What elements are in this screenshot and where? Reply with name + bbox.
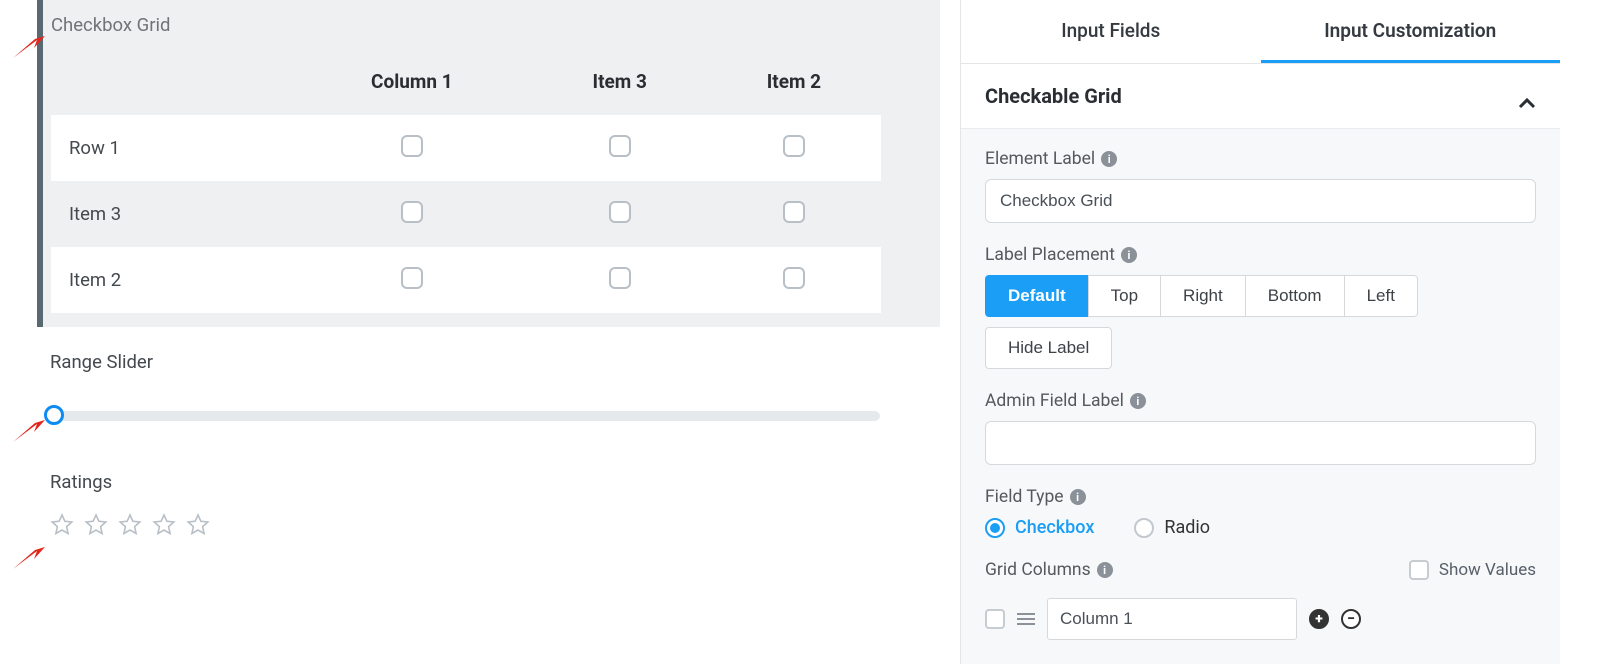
checkbox[interactable] (609, 201, 631, 223)
field-label: Grid Columns i (985, 560, 1113, 580)
checkbox[interactable] (609, 135, 631, 157)
checkbox[interactable] (401, 267, 423, 289)
field-type-field: Field Type i Checkbox Radio (985, 487, 1536, 538)
block-label: Checkbox Grid (43, 0, 940, 52)
info-icon[interactable]: i (1070, 489, 1086, 505)
section-title: Checkable Grid (985, 84, 1122, 108)
settings-panel: Input Fields Input Customization Checkab… (960, 0, 1560, 664)
checkbox-grid-table: Column 1 Item 3 Item 2 Row 1 Item 3 (51, 52, 881, 313)
grid-column-row: + − (985, 598, 1536, 640)
placement-option-bottom[interactable]: Bottom (1245, 275, 1345, 317)
checkbox[interactable] (401, 135, 423, 157)
ratings-stars[interactable] (50, 513, 940, 541)
info-icon[interactable]: i (1130, 393, 1146, 409)
star-icon[interactable] (84, 513, 108, 541)
info-icon[interactable]: i (1097, 562, 1113, 578)
range-slider-thumb[interactable] (44, 405, 64, 425)
info-icon[interactable]: i (1121, 247, 1137, 263)
admin-field-label-field: Admin Field Label i (985, 391, 1536, 465)
checkbox[interactable] (783, 267, 805, 289)
grid-row-header: Item 2 (51, 247, 291, 313)
radio-icon (1134, 518, 1154, 538)
grid-col-header: Item 2 (707, 52, 881, 115)
placement-option-left[interactable]: Left (1344, 275, 1418, 317)
radio-icon (985, 518, 1005, 538)
field-type-checkbox[interactable]: Checkbox (985, 517, 1094, 538)
tab-input-customization[interactable]: Input Customization (1261, 0, 1561, 63)
element-label-field: Element Label i (985, 149, 1536, 223)
table-row: Row 1 (51, 115, 881, 181)
checkbox[interactable] (783, 135, 805, 157)
show-values-toggle[interactable]: Show Values (1409, 560, 1536, 580)
chevron-up-icon (1518, 90, 1536, 102)
arrow-icon (11, 420, 45, 444)
grid-header-blank (51, 52, 291, 115)
field-type-radio[interactable]: Radio (1134, 517, 1210, 538)
star-icon[interactable] (118, 513, 142, 541)
star-icon[interactable] (50, 513, 74, 541)
table-row: Item 3 (51, 181, 881, 247)
grid-column-input[interactable] (1047, 598, 1297, 640)
grid-row-header: Row 1 (51, 115, 291, 181)
placement-option-top[interactable]: Top (1088, 275, 1161, 317)
range-slider-track[interactable] (50, 411, 880, 421)
admin-field-label-input[interactable] (985, 421, 1536, 465)
label-placement-field: Label Placement i Default Top Right Bott… (985, 245, 1536, 369)
arrow-icon (11, 36, 45, 60)
add-column-button[interactable]: + (1309, 609, 1329, 629)
section-header[interactable]: Checkable Grid (961, 64, 1560, 129)
star-icon[interactable] (186, 513, 210, 541)
range-slider-label: Range Slider (50, 351, 880, 373)
tab-input-fields[interactable]: Input Fields (961, 0, 1261, 63)
checkbox[interactable] (783, 201, 805, 223)
ratings-label: Ratings (50, 471, 940, 493)
element-label-input[interactable] (985, 179, 1536, 223)
grid-columns-field: Grid Columns i Show Values + − (985, 560, 1536, 640)
field-label: Label Placement i (985, 245, 1536, 265)
star-icon[interactable] (152, 513, 176, 541)
placement-option-default[interactable]: Default (985, 275, 1089, 317)
grid-col-header: Item 3 (533, 52, 707, 115)
field-label: Admin Field Label i (985, 391, 1536, 411)
checkbox[interactable] (1409, 560, 1429, 580)
checkbox[interactable] (985, 609, 1005, 629)
placement-option-hide[interactable]: Hide Label (985, 327, 1112, 369)
field-label: Field Type i (985, 487, 1536, 507)
info-icon[interactable]: i (1101, 151, 1117, 167)
checkbox-grid-block[interactable]: Checkbox Grid Column 1 Item 3 Item 2 Row… (37, 0, 940, 327)
table-row: Item 2 (51, 247, 881, 313)
grid-col-header: Column 1 (291, 52, 533, 115)
grid-row-header: Item 3 (51, 181, 291, 247)
checkbox[interactable] (609, 267, 631, 289)
field-label: Element Label i (985, 149, 1536, 169)
checkbox[interactable] (401, 201, 423, 223)
remove-column-button[interactable]: − (1341, 609, 1361, 629)
placement-option-right[interactable]: Right (1160, 275, 1246, 317)
arrow-icon (11, 547, 45, 571)
range-slider-block[interactable]: Range Slider (50, 351, 880, 421)
ratings-block[interactable]: Ratings (50, 471, 940, 541)
drag-handle-icon[interactable] (1017, 613, 1035, 625)
